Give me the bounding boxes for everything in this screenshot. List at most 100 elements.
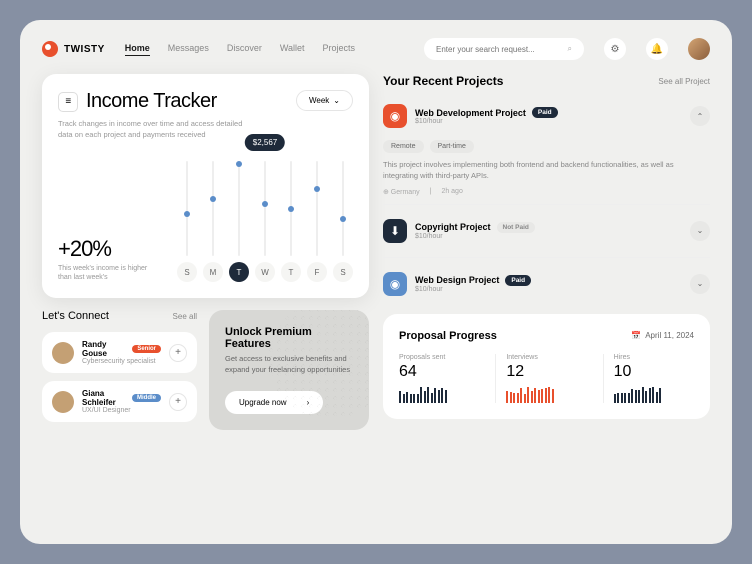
person-card[interactable]: Giana SchleiferMiddle UX/UI Designer +	[42, 381, 197, 422]
project-name: Copyright ProjectNot Paid	[415, 222, 682, 233]
chart-label: F	[307, 262, 327, 282]
stat-value: 10	[614, 363, 694, 381]
right-column: Your Recent Projects See all Project ◉ W…	[383, 74, 710, 526]
expand-button[interactable]: ⌃	[690, 106, 710, 126]
project-rate: $10/hour	[415, 118, 682, 125]
project-rate: $10/hour	[415, 233, 682, 240]
proposal-date[interactable]: 📅 April 11, 2024	[631, 331, 694, 340]
stat-sparkline	[614, 387, 694, 403]
stat-value: 64	[399, 363, 479, 381]
time-ago: 2h ago	[441, 188, 462, 195]
proposal-stat: Hires 10	[603, 354, 694, 403]
expand-button[interactable]: ⌄	[690, 221, 710, 241]
chart-bar-T[interactable]: $2,567 T	[229, 161, 249, 282]
content: ≡ Income Tracker Week ⌄ Track changes in…	[42, 74, 710, 526]
project-rate: $10/hour	[415, 286, 682, 293]
chart-dot	[288, 206, 294, 212]
chevron-down-icon: ⌄	[333, 96, 340, 105]
logo-icon	[42, 41, 58, 57]
avatar[interactable]	[688, 38, 710, 60]
expand-button[interactable]: ⌄	[690, 274, 710, 294]
person-name: Randy GouseSenior	[82, 340, 161, 358]
notifications-icon[interactable]: 🔔	[646, 38, 668, 60]
person-name: Giana SchleiferMiddle	[82, 389, 161, 407]
chart-dot	[184, 211, 190, 217]
header: TWISTY Home Messages Discover Wallet Project…	[42, 38, 710, 60]
person-avatar	[52, 342, 74, 364]
stat-label: Interviews	[506, 354, 586, 361]
nav: Home Messages Discover Wallet Projects	[125, 43, 355, 56]
project-name: Web Design ProjectPaid	[415, 275, 682, 286]
app-window: TWISTY Home Messages Discover Wallet Project…	[20, 20, 732, 544]
chart-label: S	[177, 262, 197, 282]
income-title: ≡ Income Tracker	[58, 90, 217, 113]
person-role: UX/UI Designer	[82, 407, 161, 414]
left-column: ≡ Income Tracker Week ⌄ Track changes in…	[42, 74, 369, 526]
calendar-icon: 📅	[631, 331, 641, 340]
income-percent: +20%	[58, 236, 161, 262]
premium-card: Unlock Premium Features Get access to ex…	[209, 310, 369, 430]
proposal-stat: Proposals sent 64	[399, 354, 479, 403]
search-input[interactable]	[436, 45, 562, 54]
person-card[interactable]: Randy GouseSenior Cybersecurity speciali…	[42, 332, 197, 373]
chart-label: S	[333, 262, 353, 282]
chart-bar-T[interactable]: T	[281, 161, 301, 282]
stat-sparkline	[399, 387, 479, 403]
stat-label: Hires	[614, 354, 694, 361]
projects-section: Your Recent Projects See all Project ◉ W…	[383, 74, 710, 302]
nav-projects[interactable]: Projects	[323, 43, 356, 56]
chart-dot	[340, 216, 346, 222]
status-badge: Paid	[505, 275, 531, 286]
person-avatar	[52, 391, 74, 413]
search-box[interactable]: ⌕	[424, 38, 584, 60]
chart-label: M	[203, 262, 223, 282]
stat-label: Proposals sent	[399, 354, 479, 361]
level-badge: Middle	[132, 394, 161, 402]
nav-home[interactable]: Home	[125, 43, 150, 56]
proposal-title: Proposal Progress	[399, 330, 497, 342]
chart-label: T	[229, 262, 249, 282]
projects-title: Your Recent Projects	[383, 74, 503, 88]
income-icon: ≡	[58, 92, 78, 112]
chart-bar-M[interactable]: M	[203, 161, 223, 282]
project-item: ⬇ Copyright ProjectNot Paid $10/hour ⌄	[383, 213, 710, 258]
chart-label: T	[281, 262, 301, 282]
level-badge: Senior	[132, 345, 161, 353]
logo[interactable]: TWISTY	[42, 41, 105, 57]
chart-dot	[314, 186, 320, 192]
settings-icon[interactable]: ⚙	[604, 38, 626, 60]
project-tags: Remote Part-time	[383, 140, 710, 153]
proposal-stat: Interviews 12	[495, 354, 586, 403]
connect-card: Let's Connect See all Randy GouseSenior …	[42, 310, 197, 430]
person-role: Cybersecurity specialist	[82, 358, 161, 365]
projects-see-all[interactable]: See all Project	[658, 77, 710, 86]
add-person-button[interactable]: +	[169, 344, 187, 362]
add-person-button[interactable]: +	[169, 393, 187, 411]
project-item: ◉ Web Design ProjectPaid $10/hour ⌄	[383, 266, 710, 302]
project-icon: ⬇	[383, 219, 407, 243]
stat-sparkline	[506, 387, 586, 403]
income-chart: S M $2,567 T W T F S	[177, 152, 353, 282]
project-description: This project involves implementing both …	[383, 159, 710, 182]
income-tracker-card: ≡ Income Tracker Week ⌄ Track changes in…	[42, 74, 369, 298]
income-percent-sub: This week's income is higher than last w…	[58, 264, 161, 282]
chart-dot	[236, 161, 242, 167]
search-icon[interactable]: ⌕	[568, 44, 572, 54]
tag: Remote	[383, 140, 424, 153]
chart-bar-S[interactable]: S	[177, 161, 197, 282]
status-badge: Not Paid	[497, 222, 535, 233]
chart-tooltip: $2,567	[245, 134, 285, 151]
nav-discover[interactable]: Discover	[227, 43, 262, 56]
chart-bar-W[interactable]: W	[255, 161, 275, 282]
brand-text: TWISTY	[64, 44, 105, 55]
chart-dot	[210, 196, 216, 202]
project-icon: ◉	[383, 272, 407, 296]
tag: Part-time	[430, 140, 474, 153]
connect-see-all[interactable]: See all	[173, 312, 197, 321]
period-selector[interactable]: Week ⌄	[296, 90, 353, 111]
project-name: Web Development ProjectPaid	[415, 107, 682, 118]
chart-bar-S[interactable]: S	[333, 161, 353, 282]
nav-wallet[interactable]: Wallet	[280, 43, 305, 56]
chart-bar-F[interactable]: F	[307, 161, 327, 282]
nav-messages[interactable]: Messages	[168, 43, 209, 56]
